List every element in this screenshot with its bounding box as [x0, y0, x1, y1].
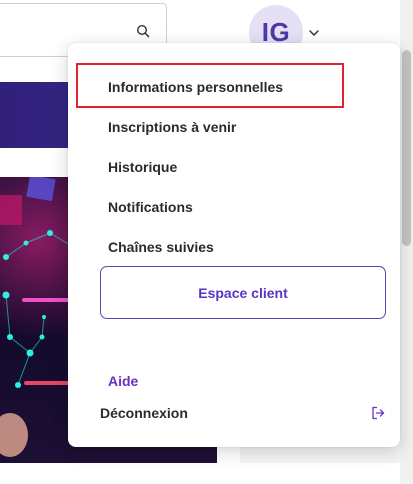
espace-client-button[interactable]: Espace client	[100, 266, 386, 319]
menu-item-informations-personnelles[interactable]: Informations personnelles	[108, 77, 283, 97]
espace-client-label: Espace client	[198, 284, 288, 301]
menu-item-chaines-suivies[interactable]: Chaînes suivies	[108, 237, 214, 257]
menu-item-historique[interactable]: Historique	[108, 157, 177, 177]
logout-link[interactable]: Déconnexion	[100, 403, 188, 423]
menu-item-notifications[interactable]: Notifications	[108, 197, 193, 217]
help-link[interactable]: Aide	[108, 371, 138, 391]
page-footer-area	[0, 463, 400, 484]
logout-icon[interactable]	[371, 406, 385, 420]
chevron-down-icon[interactable]	[308, 28, 320, 38]
scrollbar-thumb[interactable]	[402, 50, 411, 246]
search-icon[interactable]	[136, 24, 150, 38]
menu-item-inscriptions[interactable]: Inscriptions à venir	[108, 117, 236, 137]
user-dropdown-menu: Informations personnelles Inscriptions à…	[68, 43, 400, 447]
